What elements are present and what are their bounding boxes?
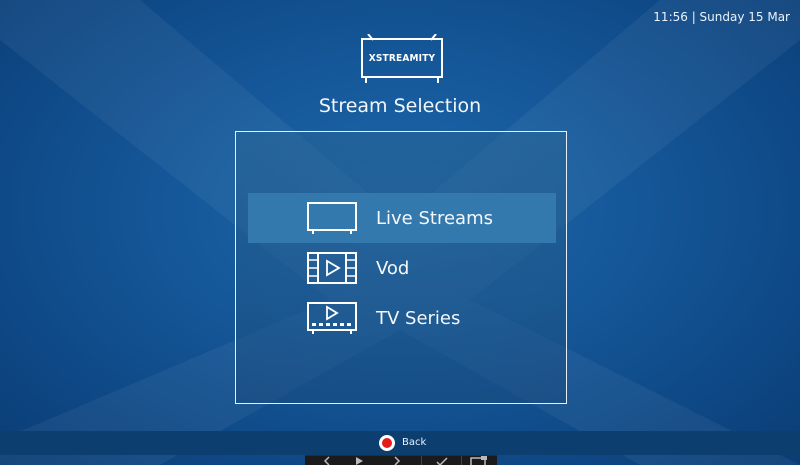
tv-icon — [307, 202, 357, 234]
menu-item-label: Live Streams — [376, 207, 493, 229]
footer-bar — [0, 431, 800, 455]
menu-item-label: TV Series — [376, 307, 461, 329]
nav-check-icon[interactable] — [435, 456, 449, 465]
menu-item-label: Vod — [376, 257, 410, 279]
app-screen: 11:56 | Sunday 15 Mar XSTREAMITY Stream … — [0, 0, 800, 465]
film-play-icon — [307, 252, 357, 284]
nav-back-icon[interactable] — [321, 456, 333, 465]
red-back-button-icon[interactable] — [379, 435, 395, 451]
menu-item-vod[interactable]: Vod — [248, 243, 556, 293]
menu-item-live-streams[interactable]: Live Streams — [248, 193, 556, 243]
system-nav-bar — [305, 455, 497, 465]
clock: 11:56 | Sunday 15 Mar — [653, 10, 790, 24]
logo-text: XSTREAMITY — [368, 53, 436, 64]
nav-window-icon[interactable] — [469, 456, 489, 465]
nav-play-icon[interactable] — [353, 456, 365, 465]
page-title: Stream Selection — [318, 95, 482, 117]
back-label: Back — [402, 437, 427, 448]
menu-item-tv-series[interactable]: TV Series — [248, 293, 556, 343]
nav-forward-icon[interactable] — [391, 456, 403, 465]
tv-series-icon — [307, 302, 357, 334]
